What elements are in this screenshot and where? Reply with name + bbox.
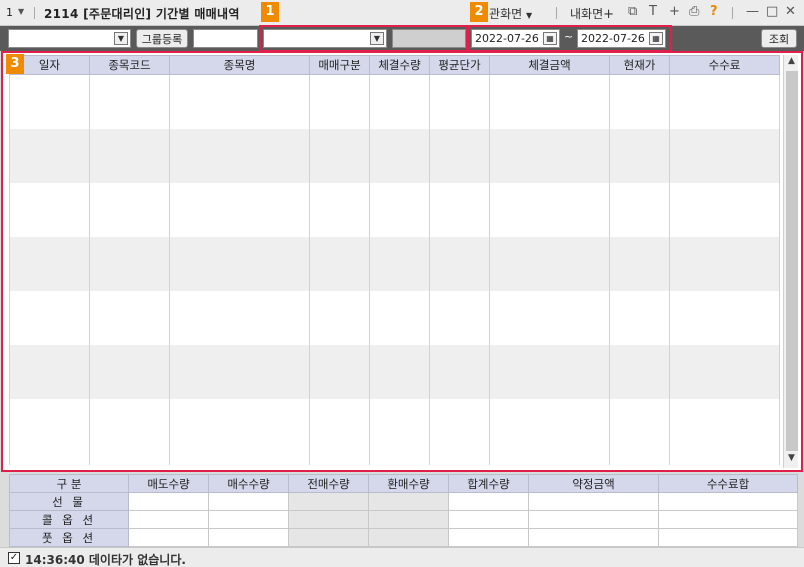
badge-3: 3 (6, 54, 24, 74)
summary-header-sell-qty: 매도수량 (128, 474, 209, 493)
summary-table: 구 분 매도수량 매수수량 전매수량 환매수량 합계수량 약정금액 수수료합 선… (9, 474, 798, 547)
maximize-icon[interactable]: □ (766, 4, 778, 19)
calendar-icon[interactable]: ▦ (543, 32, 557, 45)
date-range-tilde: ~ (564, 30, 574, 43)
summary-row-label: 풋 옵 션 (9, 528, 129, 547)
summary-header-buyback-qty: 환매수량 (368, 474, 449, 493)
column-header-fee[interactable]: 수수료 (669, 55, 780, 75)
summary-row-label: 선 물 (9, 492, 129, 511)
table-row[interactable] (9, 74, 780, 129)
summary-header-contract-amount: 약정금액 (528, 474, 659, 493)
summary-header-buy-qty: 매수수량 (208, 474, 289, 493)
plus-icon[interactable]: + (669, 4, 680, 19)
title-divider (732, 7, 733, 19)
summary-header-category: 구 분 (9, 474, 129, 493)
column-header-name[interactable]: 종목명 (169, 55, 310, 75)
summary-header-total-qty: 합계수량 (448, 474, 529, 493)
summary-row-futures: 선 물 (9, 492, 798, 511)
calendar-icon[interactable]: ▦ (649, 32, 663, 45)
summary-row-call-option: 콜 옵 션 (9, 510, 798, 529)
search-button[interactable]: 조회 (761, 29, 797, 48)
table-row[interactable] (9, 290, 780, 345)
my-screen-menu[interactable]: 내화면+ (570, 5, 614, 22)
date-to-field[interactable]: 2022-07-26 ▦ (577, 29, 666, 48)
title-divider (34, 7, 35, 19)
column-header-exec-amount[interactable]: 체결금액 (489, 55, 610, 75)
status-message: 14:36:40 데이타가 없습니다. (25, 553, 186, 567)
window-title: 2114 [주문대리인] 기간별 매매내역 (44, 7, 240, 21)
account-select[interactable]: ▼ (263, 29, 387, 48)
scroll-up-icon[interactable]: ▲ (784, 56, 799, 70)
status-bar: ✓ 14:36:40 데이타가 없습니다. (0, 547, 804, 567)
window-number[interactable]: 1 (6, 6, 13, 19)
window-menu-chevron-down-icon[interactable]: ▼ (18, 7, 24, 16)
summary-grid: 구 분 매도수량 매수수량 전매수량 환매수량 합계수량 약정금액 수수료합 선… (0, 472, 804, 547)
column-header-exec-qty[interactable]: 체결수량 (369, 55, 430, 75)
summary-row-label: 콜 옵 션 (9, 510, 129, 529)
text-icon[interactable]: T (649, 4, 657, 19)
summary-header-row: 구 분 매도수량 매수수량 전매수량 환매수량 합계수량 약정금액 수수료합 (9, 474, 798, 493)
help-icon[interactable]: ? (710, 4, 718, 19)
minimize-icon[interactable]: — (746, 4, 759, 19)
summary-header-fee-total: 수수료합 (658, 474, 798, 493)
scrollbar-thumb[interactable] (786, 71, 798, 451)
table-row[interactable] (9, 398, 780, 465)
close-icon[interactable]: ✕ (785, 4, 796, 19)
query-toolbar: ▼ 그룹등록 ▼ 2022-07-26 ▦ 2022-07-26 ▦ 조회 (0, 26, 804, 51)
badge-1: 1 (261, 2, 279, 22)
title-divider (556, 7, 557, 19)
group-name-field[interactable] (193, 29, 258, 48)
summary-row-put-option: 풋 옵 션 (9, 528, 798, 547)
screen-link-icon[interactable]: ⧉ (628, 4, 637, 19)
column-header-avg-price[interactable]: 평균단가 (429, 55, 490, 75)
table-header-row: 일자 종목코드 종목명 매매구분 체결수량 평균단가 체결금액 현재가 수수료 (9, 55, 780, 75)
print-icon[interactable]: ⎙ (689, 4, 699, 19)
column-header-current-price[interactable]: 현재가 (609, 55, 670, 75)
table-row[interactable] (9, 128, 780, 183)
group-register-button[interactable]: 그룹등록 (136, 29, 188, 48)
table-row[interactable] (9, 344, 780, 399)
trade-history-grid: 일자 종목코드 종목명 매매구분 체결수량 평균단가 체결금액 현재가 수수료 … (2, 52, 802, 472)
chevron-down-icon[interactable]: ▼ (370, 32, 384, 45)
table-row[interactable] (9, 182, 780, 237)
table-row[interactable] (9, 236, 780, 291)
title-bar: 1 ▼ 2114 [주문대리인] 기간별 매매내역 연관화면 ▼ 내화면+ ⧉ … (0, 0, 804, 26)
chevron-down-icon[interactable]: ▼ (114, 32, 128, 45)
vertical-scrollbar[interactable]: ▲ ▼ (783, 55, 798, 468)
badge-2: 2 (470, 2, 488, 22)
trade-history-table: 일자 종목코드 종목명 매매구분 체결수량 평균단가 체결금액 현재가 수수료 (9, 55, 780, 465)
password-field[interactable] (392, 29, 466, 48)
date-to-value: 2022-07-26 (581, 32, 645, 45)
date-from-value: 2022-07-26 (475, 32, 539, 45)
scroll-down-icon[interactable]: ▼ (784, 453, 799, 467)
column-header-code[interactable]: 종목코드 (89, 55, 170, 75)
status-checkbox[interactable]: ✓ (8, 552, 20, 564)
column-header-trade-type[interactable]: 매매구분 (309, 55, 370, 75)
summary-header-resale-qty: 전매수량 (288, 474, 369, 493)
group-select[interactable]: ▼ (8, 29, 131, 48)
date-from-field[interactable]: 2022-07-26 ▦ (471, 29, 560, 48)
